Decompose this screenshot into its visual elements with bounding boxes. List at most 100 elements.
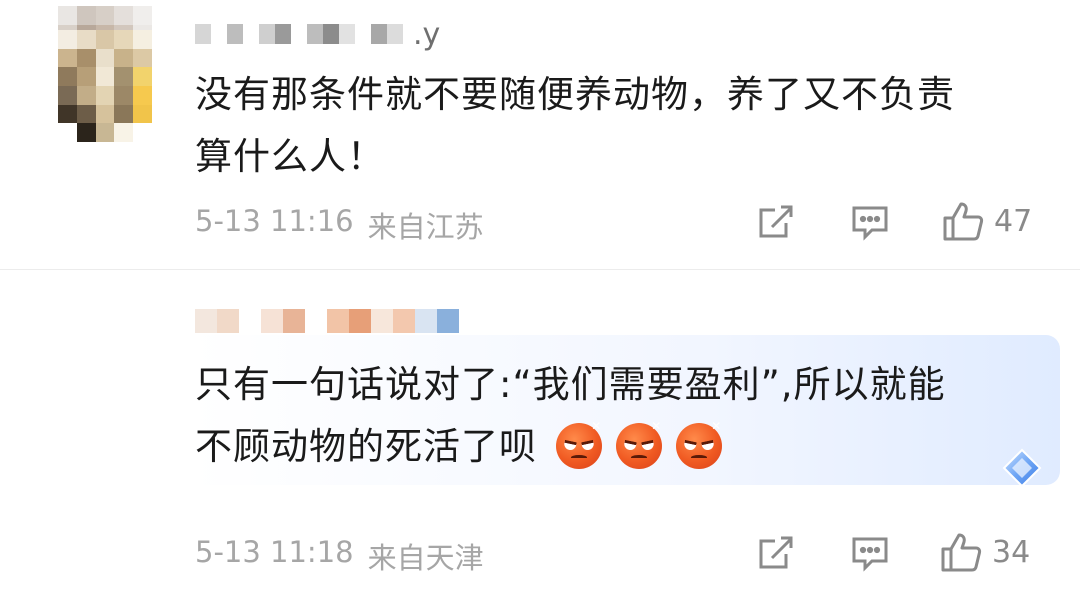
avatar-pixel [114,85,134,105]
angry-face-emoji: ✕ [675,419,722,469]
username-visible-tail: .y [413,16,441,52]
like-button[interactable]: 47 [942,200,1032,242]
avatar-pixel [95,85,115,105]
username-mosaic-block [259,24,275,44]
comment-text: 只有一句话说对了:“我们需要盈利”,所以就能 不顾动物的死活了呗 ✕ ✕ ✕ [195,354,946,478]
avatar-pixel [58,67,77,86]
comment-text-line-with-emoji: 不顾动物的死活了呗 ✕ ✕ ✕ [195,416,946,478]
avatar-pixel [58,123,77,142]
comment-meta: 5-13 11:18 来自天津 [195,535,484,577]
avatar-pixel [58,104,77,124]
avatar-pixel [95,6,115,25]
like-count: 47 [994,203,1033,239]
angry-face-emoji: ✕ [555,419,602,469]
avatar-pixel [76,104,96,124]
avatar-pixel [76,30,96,49]
username-mosaic-block [327,309,349,333]
username-mosaic-block [195,24,211,44]
comment-text-line: 算什么人！ [195,135,385,178]
username-mosaic-block [291,24,307,44]
username-mosaic-block [305,309,327,333]
username-mosaic-block [239,309,261,333]
avatar-pixel [133,123,152,142]
username-mosaic-block [323,24,339,44]
comment-text-line: 只有一句话说对了:“我们需要盈利”,所以就能 [195,363,946,406]
username-mosaic-block [275,24,291,44]
reply-button[interactable] [850,202,890,242]
comment-location: 来自江苏 [367,210,484,244]
emoji-row: ✕ ✕ ✕ [555,419,722,469]
avatar[interactable] [58,30,152,142]
avatar-pixel [95,30,115,49]
reply-button[interactable] [850,533,890,573]
avatar-pixel [114,67,134,86]
comment-icon [850,533,890,573]
username-mosaic-block [261,309,283,333]
username-mosaic-block [195,309,217,333]
avatar-pixel [58,48,77,68]
share-icon [756,202,796,242]
thumbs-up-icon [942,200,984,242]
username-mosaic-block [437,309,459,333]
username-mosaic-block [349,309,371,333]
avatar-pixel [133,6,152,25]
username-mosaic-block [393,309,415,333]
avatar-pixel [58,6,77,25]
share-icon [756,533,796,573]
username-mosaic-block [415,309,437,333]
diamond-badge-icon [1000,446,1044,490]
avatar-pixel [76,6,96,25]
comment-text: 没有那条件就不要随便养动物，养了又不负责 算什么人！ [195,64,955,188]
avatar-pixel [133,48,152,68]
avatar-pixel [76,48,96,68]
comment-date: 5-13 11:16 [195,204,354,238]
avatar-pixel [133,30,152,49]
share-button[interactable] [756,202,796,242]
avatar-pixel [76,67,96,86]
thumbs-up-icon [940,531,982,573]
username-mosaic-block [307,24,323,44]
username-mosaic-block [243,24,259,44]
comment-icon [850,202,890,242]
comment-meta: 5-13 11:16 来自江苏 [195,204,484,246]
username-mosaic-block [339,24,355,44]
username-mosaic [195,309,459,333]
comment-item: .y 没有那条件就不要随便养动物，养了又不负责 算什么人！ 5-13 11:16… [0,0,1080,270]
avatar-pixel [114,6,134,25]
username[interactable] [195,301,459,341]
username-mosaic-block [283,309,305,333]
comment-location: 来自天津 [367,541,484,575]
avatar-pixel [114,123,134,142]
avatar-pixel [58,30,77,49]
username-mosaic [195,24,403,44]
angry-face-emoji: ✕ [615,419,662,469]
comment-item: 只有一句话说对了:“我们需要盈利”,所以就能 不顾动物的死活了呗 ✕ ✕ ✕ 5… [0,30,1080,607]
avatar-pixel [114,30,134,49]
like-count: 34 [992,534,1031,570]
avatar-pixel [114,48,134,68]
avatar-pixel [133,85,152,105]
avatar-pixel [95,48,115,68]
avatar-pixel [133,67,152,86]
username[interactable]: .y [195,14,440,54]
username-mosaic-block [371,24,387,44]
comment-text-line: 没有那条件就不要随便养动物，养了又不负责 [195,73,955,116]
comment-text-line: 不顾动物的死活了呗 [195,425,537,468]
avatar-pixel [58,85,77,105]
username-mosaic-block [211,24,227,44]
username-mosaic-block [355,24,371,44]
username-mosaic-block [387,24,403,44]
avatar-pixel [133,104,152,124]
avatar-pixel [95,123,115,142]
avatar-pixel [76,123,96,142]
avatar-pixel [95,104,115,124]
username-mosaic-block [371,309,393,333]
avatar-pixel [95,67,115,86]
comment-date: 5-13 11:18 [195,535,354,569]
avatar-pixel [76,85,96,105]
like-button[interactable]: 34 [940,531,1030,573]
share-button[interactable] [756,533,796,573]
username-mosaic-block [217,309,239,333]
avatar-pixel [114,104,134,124]
username-mosaic-block [227,24,243,44]
